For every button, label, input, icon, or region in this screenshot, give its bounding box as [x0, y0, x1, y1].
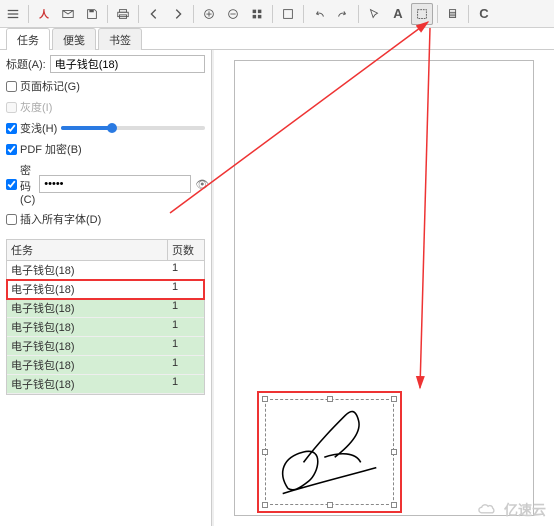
menu-icon[interactable] — [2, 3, 24, 25]
password-input[interactable] — [39, 175, 191, 193]
toolbar: 人 A C — [0, 0, 554, 28]
mail-icon[interactable] — [57, 3, 79, 25]
table-row[interactable]: 电子钱包(18)1 — [7, 356, 204, 375]
pdf-encrypt-checkbox[interactable] — [6, 144, 17, 155]
pdf-encrypt-label: PDF 加密(B) — [20, 141, 82, 157]
forward-icon[interactable] — [167, 3, 189, 25]
password-label: 密码(C) — [20, 162, 35, 206]
watermark: 亿速云 — [478, 500, 546, 520]
save-icon[interactable] — [81, 3, 103, 25]
eye-icon[interactable]: 👁 — [195, 178, 209, 191]
table-header: 任务 页数 — [7, 240, 204, 261]
table-row[interactable]: 电子钱包(18)1 — [7, 375, 204, 394]
table-row[interactable]: 电子钱包(18)1 — [7, 261, 204, 280]
zoom-out-icon[interactable] — [222, 3, 244, 25]
watermark-text: 亿速云 — [504, 500, 546, 520]
tab-notes[interactable]: 便笺 — [52, 28, 96, 50]
table-row[interactable]: 电子钱包(18)1 — [7, 280, 204, 299]
refresh-icon[interactable]: C — [473, 3, 495, 25]
tab-bookmarks[interactable]: 书签 — [98, 28, 142, 50]
fade-label: 变浅(H) — [20, 120, 57, 136]
fade-slider[interactable] — [61, 126, 205, 130]
copy-icon[interactable] — [442, 3, 464, 25]
redo-icon[interactable] — [332, 3, 354, 25]
col-pages[interactable]: 页数 — [168, 240, 204, 260]
pointer-icon[interactable] — [363, 3, 385, 25]
title-input[interactable] — [50, 55, 205, 73]
table-row[interactable]: 电子钱包(18)1 — [7, 337, 204, 356]
signature-glyph — [266, 400, 393, 504]
tab-tasks[interactable]: 任务 — [6, 28, 50, 50]
table-row[interactable]: 电子钱包(18)1 — [7, 299, 204, 318]
pdf-icon[interactable]: 人 — [33, 3, 55, 25]
signature-frame[interactable] — [265, 399, 394, 505]
title-label: 标题(A): — [6, 56, 46, 72]
side-panel: 标题(A): 页面标记(G) 灰度(I) 变浅(H) PDF 加密(B) 密码(… — [0, 50, 212, 526]
text-tool-icon[interactable]: A — [387, 3, 409, 25]
page-preview[interactable] — [234, 60, 534, 516]
undo-icon[interactable] — [308, 3, 330, 25]
print-icon[interactable] — [112, 3, 134, 25]
back-icon[interactable] — [143, 3, 165, 25]
main: 标题(A): 页面标记(G) 灰度(I) 变浅(H) PDF 加密(B) 密码(… — [0, 50, 554, 526]
insert-fonts-label: 插入所有字体(D) — [20, 211, 101, 227]
signature-selection[interactable] — [257, 391, 402, 513]
tabs: 任务 便笺 书签 — [0, 28, 554, 50]
page-mark-label: 页面标记(G) — [20, 78, 80, 94]
page-mark-checkbox[interactable] — [6, 81, 17, 92]
insert-fonts-checkbox[interactable] — [6, 214, 17, 225]
password-checkbox[interactable] — [6, 179, 17, 190]
zoom-in-icon[interactable] — [198, 3, 220, 25]
gray-label: 灰度(I) — [20, 99, 52, 115]
task-table: 任务 页数 电子钱包(18)1电子钱包(18)1电子钱包(18)1电子钱包(18… — [6, 239, 205, 395]
table-row[interactable]: 电子钱包(18)1 — [7, 318, 204, 337]
grid-icon[interactable] — [246, 3, 268, 25]
fade-checkbox[interactable] — [6, 123, 17, 134]
select-rect-icon[interactable] — [411, 3, 433, 25]
gray-checkbox — [6, 102, 17, 113]
fit-icon[interactable] — [277, 3, 299, 25]
preview-area — [212, 50, 554, 526]
col-name[interactable]: 任务 — [7, 240, 168, 260]
